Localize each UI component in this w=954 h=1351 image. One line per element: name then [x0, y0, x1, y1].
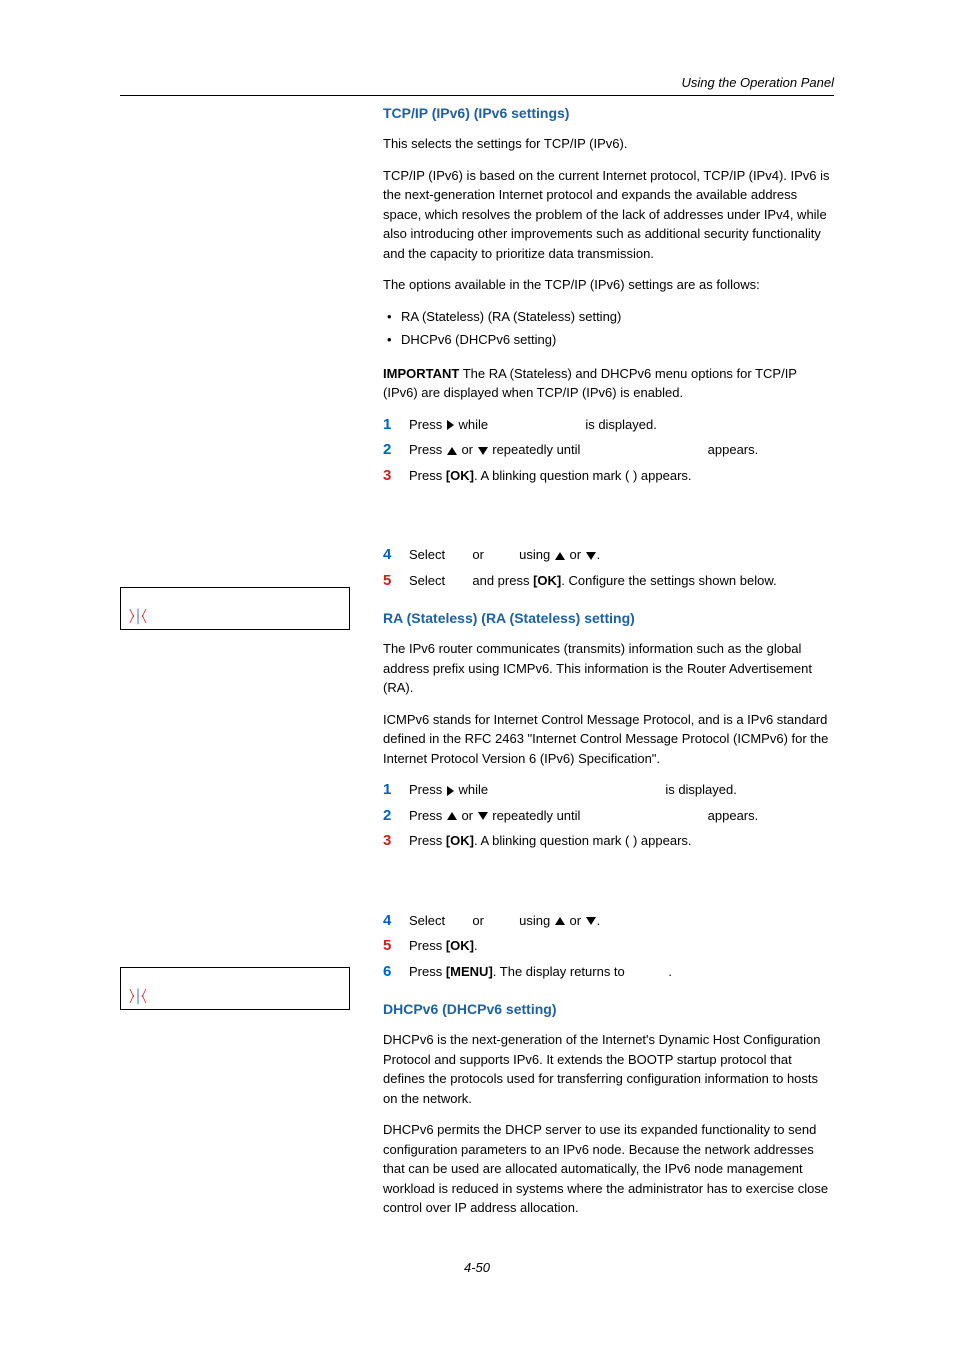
text: or	[469, 913, 488, 928]
ok-key-label: [OK]	[446, 938, 474, 953]
up-arrow-icon	[447, 812, 457, 820]
text: Select	[409, 913, 449, 928]
text: Press	[409, 417, 446, 432]
step-4: 4 Select or using or .	[383, 545, 834, 565]
step-number-3: 3	[383, 830, 391, 853]
step-number-4: 4	[383, 910, 391, 933]
step-3: 3 Press [OK]. A blinking question mark (…	[383, 466, 834, 486]
step-5: 5 Select and press [OK]. Configure the s…	[383, 571, 834, 591]
ok-key-label: [OK]	[446, 833, 474, 848]
text: Press	[409, 468, 446, 483]
text: Select	[409, 573, 449, 588]
paragraph: DHCPv6 permits the DHCP server to use it…	[383, 1120, 834, 1218]
text: or	[469, 547, 488, 562]
text: repeatedly until	[489, 808, 584, 823]
text: Press	[409, 442, 446, 457]
menu-key-label: [MENU]	[446, 964, 493, 979]
section-heading-ra-stateless: RA (Stateless) (RA (Stateless) setting)	[383, 608, 834, 629]
text: .	[597, 913, 601, 928]
text: or	[458, 808, 477, 823]
text: while	[455, 417, 492, 432]
important-note: IMPORTANT The RA (Stateless) and DHCPv6 …	[383, 364, 834, 403]
text: or	[566, 547, 585, 562]
step-4: 4 Select or using or .	[383, 911, 834, 931]
text: Press	[409, 782, 446, 797]
lcd-display-box-2: \|/ /|\	[120, 967, 350, 1010]
step-number-2: 2	[383, 439, 391, 462]
paragraph: This selects the settings for TCP/IP (IP…	[383, 134, 834, 154]
paragraph: ICMPv6 stands for Internet Control Messa…	[383, 710, 834, 769]
paragraph: The IPv6 router communicates (transmits)…	[383, 639, 834, 698]
step-number-1: 1	[383, 779, 391, 802]
text: while	[455, 782, 492, 797]
text: Select	[409, 547, 449, 562]
down-arrow-icon	[586, 552, 596, 560]
paragraph: The options available in the TCP/IP (IPv…	[383, 275, 834, 295]
text: Press	[409, 808, 446, 823]
bullet-item: DHCPv6 (DHCPv6 setting)	[383, 330, 834, 350]
lcd-display-box-1: \|/ /|\	[120, 587, 350, 630]
up-arrow-icon	[447, 447, 457, 455]
step-number-3: 3	[383, 465, 391, 488]
step-2: 2 Press or repeatedly until appears.	[383, 440, 834, 460]
paragraph: TCP/IP (IPv6) is based on the current In…	[383, 166, 834, 264]
text: is displayed.	[662, 782, 737, 797]
text: .	[597, 547, 601, 562]
right-arrow-icon	[447, 420, 454, 430]
ok-key-label: [OK]	[533, 573, 561, 588]
up-arrow-icon	[555, 552, 565, 560]
text: Press	[409, 833, 446, 848]
up-arrow-icon	[555, 917, 565, 925]
text: . A blinking question mark ( ) appears.	[474, 833, 692, 848]
step-number-2: 2	[383, 805, 391, 828]
text: . A blinking question mark ( ) appears.	[474, 468, 692, 483]
text: repeatedly until	[489, 442, 584, 457]
step-number-5: 5	[383, 570, 391, 593]
bullet-list: RA (Stateless) (RA (Stateless) setting) …	[383, 307, 834, 350]
header-section-label: Using the Operation Panel	[682, 73, 834, 93]
step-1: 1 Press while is displayed.	[383, 415, 834, 435]
step-6: 6 Press [MENU]. The display returns to .	[383, 962, 834, 982]
text: or	[458, 442, 477, 457]
text: using	[516, 547, 554, 562]
down-arrow-icon	[478, 812, 488, 820]
important-label: IMPORTANT	[383, 366, 459, 381]
step-2: 2 Press or repeatedly until appears.	[383, 806, 834, 826]
text: appears.	[704, 442, 758, 457]
text: Press	[409, 938, 446, 953]
step-1: 1 Press while is displayed.	[383, 780, 834, 800]
step-number-1: 1	[383, 414, 391, 437]
header-divider	[120, 95, 834, 96]
step-number-4: 4	[383, 544, 391, 567]
text: .	[668, 964, 672, 979]
step-number-5: 5	[383, 935, 391, 958]
text: is displayed.	[582, 417, 657, 432]
step-5: 5 Press [OK].	[383, 936, 834, 956]
down-arrow-icon	[478, 447, 488, 455]
ok-key-label: [OK]	[446, 468, 474, 483]
text: .	[474, 938, 478, 953]
page-number: 4-50	[0, 1258, 954, 1278]
text: appears.	[704, 808, 758, 823]
text: using	[516, 913, 554, 928]
bullet-item: RA (Stateless) (RA (Stateless) setting)	[383, 307, 834, 327]
step-number-6: 6	[383, 961, 391, 984]
text: . Configure the settings shown below.	[561, 573, 776, 588]
section-heading-dhcpv6: DHCPv6 (DHCPv6 setting)	[383, 999, 834, 1020]
step-3: 3 Press [OK]. A blinking question mark (…	[383, 831, 834, 851]
section-heading-tcpip-ipv6: TCP/IP (IPv6) (IPv6 settings)	[383, 103, 834, 124]
text: . The display returns to	[493, 964, 629, 979]
right-arrow-icon	[447, 786, 454, 796]
text: or	[566, 913, 585, 928]
down-arrow-icon	[586, 917, 596, 925]
paragraph: DHCPv6 is the next-generation of the Int…	[383, 1030, 834, 1108]
text: and press	[469, 573, 533, 588]
text: Press	[409, 964, 446, 979]
